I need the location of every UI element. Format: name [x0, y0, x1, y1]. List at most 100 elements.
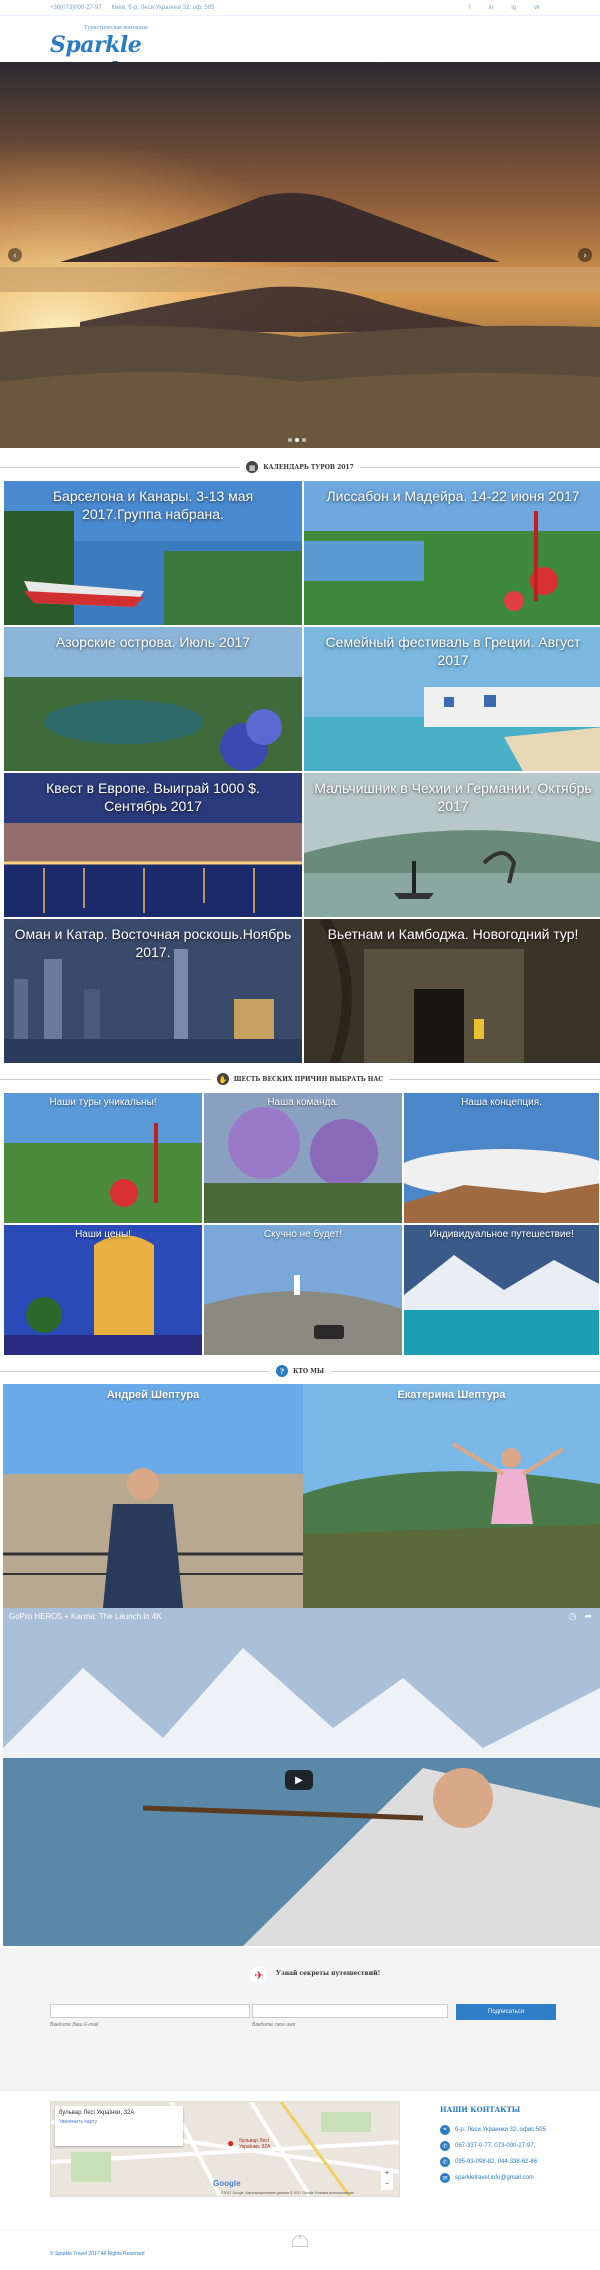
tour-card[interactable]: Вьетнам и Камбоджа. Новогодний тур!	[303, 918, 600, 1064]
video-title[interactable]: GoPro HERO5 + Karma: The Launch in 4K	[9, 1612, 162, 1621]
tour-card[interactable]: Мальчишник в Чехии и Германии. Октябрь 2…	[303, 772, 600, 918]
map-zoom-control[interactable]: + −	[381, 2168, 393, 2190]
reason-card[interactable]: Наша команда.	[203, 1092, 403, 1224]
reason-image	[4, 1225, 202, 1355]
slider-dots	[288, 438, 306, 442]
slider-dot[interactable]	[288, 438, 292, 442]
map-embed[interactable]: бульвар Лесі Українки, 32А Увеличить кар…	[50, 2101, 400, 2197]
calendar-heading: ▦ КАЛЕНДАРЬ ТУРОВ 2017	[0, 454, 600, 480]
member-name: Андрей Шептура	[106, 1389, 200, 1401]
reason-card[interactable]: Наши туры уникальны!	[3, 1092, 203, 1224]
map-card-title: бульвар Лесі Українки, 32А	[59, 2110, 135, 2116]
email-label: Введите Ваш E-mail	[50, 2022, 99, 2028]
location-icon: ⌖	[440, 2125, 450, 2135]
subscribe-section: ✈ Узнай секреты путешествий! Введите Ваш…	[0, 1948, 600, 2090]
contact-phones-text[interactable]: 067-337-0-77, 073-000-27-97,	[455, 2143, 535, 2149]
tour-title: Барселона и Канары. 3-13 мая 2017.Группа…	[52, 488, 254, 522]
contact-phones-text-2[interactable]: 095-93-098-82, 044-338-62-86	[455, 2159, 537, 2165]
scroll-up-button[interactable]: ^	[292, 2235, 308, 2247]
logo[interactable]: Туристическая компания Sparkle travel	[50, 19, 190, 84]
google-logo: Google	[213, 2179, 241, 2188]
subscribe-button[interactable]: Подписаться	[456, 2004, 556, 2020]
linkedin-icon[interactable]: in	[489, 5, 494, 11]
hero-slider: ‹ ›	[0, 62, 600, 448]
reason-image	[404, 1225, 599, 1355]
subscribe-heading: Узнай секреты путешествий!	[276, 1970, 381, 1977]
map-pin-icon[interactable]: ●	[227, 2136, 234, 2150]
reason-title: Скучно не будет!	[263, 1229, 343, 1240]
slider-prev-button[interactable]: ‹	[8, 248, 22, 262]
team-grid: Андрей Шептура Екатерина Шептура	[3, 1384, 600, 1608]
tours-grid: Барселона и Канары. 3-13 мая 2017.Группа…	[3, 480, 600, 1064]
tour-card[interactable]: Лиссабон и Мадейра. 14-22 июня 2017	[303, 480, 600, 626]
reason-title: Наши туры уникальны!	[49, 1097, 157, 1108]
phone-text[interactable]: +38(073)000-27-97	[50, 5, 102, 11]
reason-card[interactable]: Наша концепция.	[403, 1092, 600, 1224]
logo-tagline: Туристическая компания	[84, 25, 148, 31]
share-icon[interactable]: ➦	[584, 1611, 592, 1622]
calendar-heading-text: КАЛЕНДАРЬ ТУРОВ 2017	[263, 463, 354, 471]
tour-card[interactable]: Квест в Европе. Выиграй 1000 $. Сентябрь…	[3, 772, 303, 918]
tour-card[interactable]: Азорские острова. Июль 2017	[3, 626, 303, 772]
reasons-grid: Наши туры уникальны! Наша команда. Наша …	[3, 1092, 600, 1356]
address-text: Киев, б-р. Леси Украинки 32, оф. 505	[111, 4, 215, 11]
video-controls: ◷ ➦	[569, 1611, 592, 1622]
site-header: Туристическая компания Sparkle travel	[0, 16, 600, 84]
phone-icon: ✆	[440, 2141, 450, 2151]
contact-email-text[interactable]: sparkletravel.info@gmail.com	[455, 2175, 534, 2181]
reason-title: Индивидуальное путешествие!	[429, 1229, 574, 1240]
contact-phones: ✆ 067-337-0-77, 073-000-27-97,	[440, 2141, 535, 2151]
site-footer: ^ © Sparkle Travel 2017 All Rights Reser…	[0, 2230, 600, 2270]
social-links: f in ig vk	[469, 5, 550, 11]
question-icon: ?	[275, 1365, 288, 1377]
reason-title: Наша концепция.	[461, 1097, 542, 1108]
handshake-icon: ✋	[216, 1073, 229, 1085]
clock-icon[interactable]: ◷	[569, 1611, 577, 1622]
slider-dot-active[interactable]	[295, 438, 299, 442]
tour-card[interactable]: Оман и Катар. Восточная роскошь.Ноябрь 2…	[3, 918, 303, 1064]
tour-title: Азорские острова. Июль 2017	[55, 634, 251, 650]
top-bar: +38(073)000-27-97 Киев, б-р. Леси Украин…	[0, 0, 600, 16]
reason-image	[404, 1093, 599, 1223]
email-input[interactable]	[50, 2004, 250, 2018]
tour-title: Оман и Катар. Восточная роскошь.Ноябрь 2…	[14, 926, 292, 960]
reasons-heading: ✋ ШЕСТЬ ВЕСКИХ ПРИЧИН ВЫБРАТЬ НАС	[0, 1066, 600, 1092]
member-name: Екатерина Шептура	[397, 1389, 506, 1401]
slider-dot[interactable]	[302, 438, 306, 442]
hero-image	[0, 62, 600, 448]
airplane-icon: ✈	[250, 1966, 268, 1984]
vk-icon[interactable]: vk	[534, 5, 540, 11]
facebook-icon[interactable]: f	[469, 5, 471, 11]
who-heading-text: КТО МЫ	[292, 1367, 325, 1375]
team-member-card: Андрей Шептура	[3, 1384, 303, 1608]
contacts-section: бульвар Лесі Українки, 32А Увеличить кар…	[0, 2090, 600, 2230]
name-label: Введите свое имя	[252, 2022, 296, 2028]
reason-card[interactable]: Наши цены!	[3, 1224, 203, 1356]
map-copyright: ©2017 Google, Картографические данные © …	[221, 2191, 354, 2195]
reason-title: Наши цены!	[75, 1229, 131, 1240]
tour-card[interactable]: Барселона и Канары. 3-13 мая 2017.Группа…	[3, 480, 303, 626]
name-input[interactable]	[252, 2004, 448, 2018]
map-enlarge-link[interactable]: Увеличить карту	[59, 2119, 179, 2125]
reason-title: Наша команда.	[267, 1097, 339, 1108]
phone-icon: ✆	[440, 2157, 450, 2167]
tour-card[interactable]: Семейный фестиваль в Греции. Август 2017	[303, 626, 600, 772]
reason-card[interactable]: Скучно не будет!	[203, 1224, 403, 1356]
video-player[interactable]: GoPro HERO5 + Karma: The Launch in 4K ◷ ➦…	[3, 1608, 600, 1946]
play-button[interactable]: ▶	[285, 1770, 313, 1790]
instagram-icon[interactable]: ig	[511, 5, 516, 11]
contact-address: ⌖ б-р. Леси Украинки 32, офис 505	[440, 2125, 546, 2135]
member-photo	[3, 1384, 303, 1608]
contact-email: ✉ sparkletravel.info@gmail.com	[440, 2173, 534, 2183]
reason-image	[4, 1093, 202, 1223]
map-info-card: бульвар Лесі Українки, 32А Увеличить кар…	[55, 2106, 183, 2146]
slider-next-button[interactable]: ›	[578, 248, 592, 262]
map-marker-label: бульвар Лесі Українки, 32А	[239, 2138, 271, 2150]
calendar-icon: ▦	[246, 461, 259, 473]
reasons-heading-text: ШЕСТЬ ВЕСКИХ ПРИЧИН ВЫБРАТЬ НАС	[233, 1075, 384, 1083]
tour-title: Мальчишник в Чехии и Германии. Октябрь 2…	[314, 780, 592, 814]
tour-title: Вьетнам и Камбоджа. Новогодний тур!	[327, 926, 579, 942]
tour-title: Квест в Европе. Выиграй 1000 $. Сентябрь…	[46, 780, 260, 814]
contacts-title: НАШИ КОНТАКТЫ	[440, 2105, 521, 2114]
reason-card[interactable]: Индивидуальное путешествие!	[403, 1224, 600, 1356]
